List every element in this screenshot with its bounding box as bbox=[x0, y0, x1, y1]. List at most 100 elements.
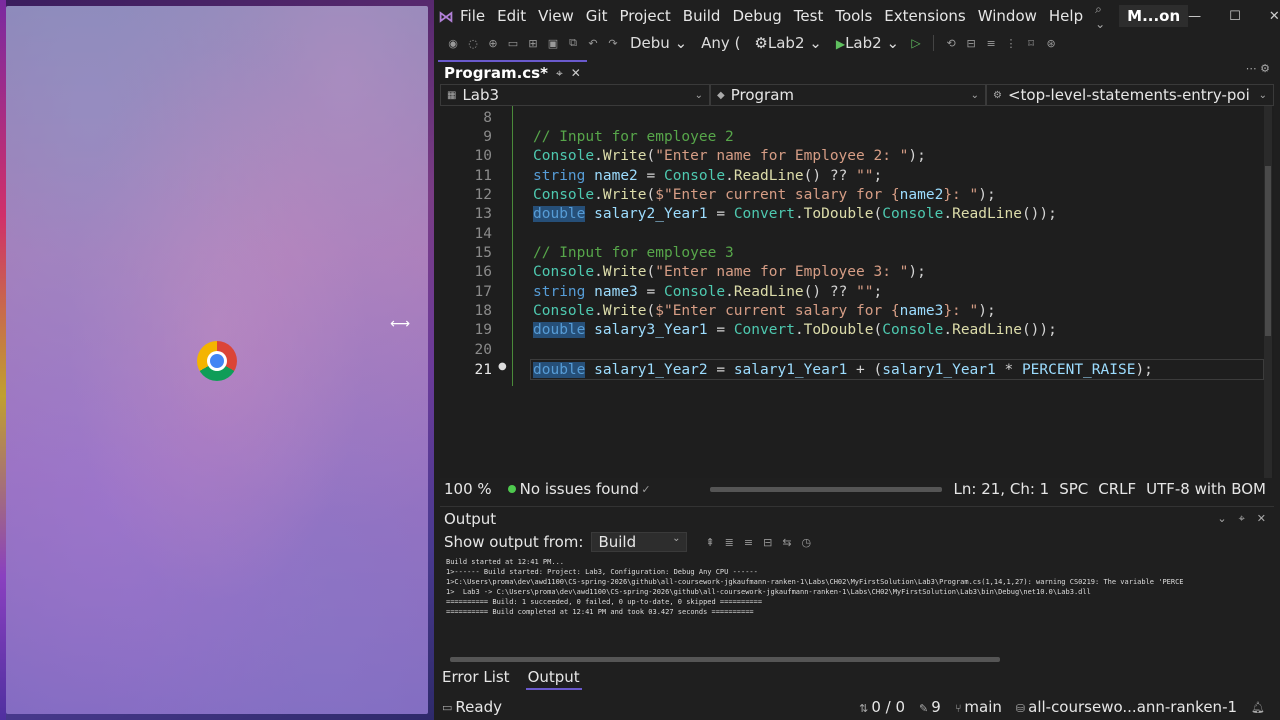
code-line: 19 double salary3_Year1 = Convert.ToDoubl… bbox=[474, 321, 1057, 338]
undo-icon[interactable]: ↶ bbox=[586, 37, 600, 50]
git-commits[interactable]: ✎ 9 bbox=[919, 698, 941, 716]
no-issues-icon bbox=[507, 485, 516, 493]
chevron-down-icon: ⌄ bbox=[694, 89, 703, 101]
editor-horizontal-scrollbar[interactable] bbox=[710, 487, 942, 492]
issues-status[interactable]: No issues found bbox=[520, 480, 639, 498]
new-item-icon[interactable]: ⊕ bbox=[486, 37, 500, 50]
redo-icon[interactable]: ↷ bbox=[606, 37, 620, 50]
vs-logo-icon: ⋈ bbox=[438, 6, 454, 26]
timestamp-icon[interactable]: ◷ bbox=[802, 536, 812, 549]
git-branch[interactable]: ⑂ main bbox=[955, 698, 1002, 716]
output-panel: Output ⌄ ⌖ ✕ Show output from: Build ⌄ ⇞ … bbox=[440, 506, 1274, 666]
project-dropdown[interactable]: ▦ Lab3 ⌄ bbox=[440, 84, 710, 106]
forward-icon[interactable]: ◌ bbox=[466, 37, 480, 50]
pin-icon[interactable]: ⌖ bbox=[1239, 512, 1245, 526]
startup-project-dropdown[interactable]: ⚙Lab2 ⌄ bbox=[750, 34, 825, 52]
pin-icon[interactable]: ⌖ bbox=[556, 66, 563, 81]
solution-name-badge[interactable]: M...on bbox=[1119, 5, 1189, 27]
csharp-project-icon: ▦ bbox=[447, 89, 457, 101]
menu-file[interactable]: File bbox=[454, 7, 491, 25]
menu-git[interactable]: Git bbox=[580, 7, 614, 25]
menu-tools[interactable]: Tools bbox=[829, 7, 878, 25]
run-button[interactable]: ▶Lab2 ⌄ bbox=[832, 34, 903, 52]
close-window-icon[interactable]: ✕ bbox=[1269, 9, 1280, 24]
zoom-dropdown[interactable]: 100 % bbox=[440, 480, 496, 498]
word-wrap-icon[interactable]: ⇆ bbox=[782, 536, 791, 549]
editor-status-line: 100 % No issues found ✓ Ln: 21, Ch: 1 SP… bbox=[440, 478, 1274, 500]
menu-extensions[interactable]: Extensions bbox=[878, 7, 971, 25]
new-project-icon[interactable]: ⊞ bbox=[526, 37, 540, 50]
type-dropdown[interactable]: ◆ Program ⌄ bbox=[710, 84, 986, 106]
status-icon: ▭ bbox=[442, 700, 453, 714]
tab-output[interactable]: Output bbox=[525, 668, 582, 690]
chrome-icon[interactable] bbox=[197, 341, 237, 381]
menu-project[interactable]: Project bbox=[613, 7, 676, 25]
find-message-icon[interactable]: ⇞ bbox=[705, 536, 714, 549]
menu-build[interactable]: Build bbox=[677, 7, 727, 25]
save-icon[interactable]: ▣ bbox=[546, 37, 560, 50]
git-repo[interactable]: ⛁ all-coursewo...ann-ranken-1 bbox=[1016, 698, 1237, 716]
menu-test[interactable]: Test bbox=[788, 7, 830, 25]
menu-view[interactable]: View bbox=[532, 7, 580, 25]
github-copilot-icon[interactable]: ⊛ bbox=[1044, 37, 1058, 50]
code-line: 20 bbox=[474, 341, 492, 358]
whitespace-mode[interactable]: SPC bbox=[1059, 480, 1088, 498]
output-horizontal-scrollbar[interactable] bbox=[450, 657, 1000, 662]
editor-vertical-scrollbar[interactable] bbox=[1264, 106, 1272, 478]
method-icon: ⚙ bbox=[993, 89, 1002, 101]
notifications-icon[interactable]: 🔔︎ bbox=[1251, 701, 1265, 714]
save-all-icon[interactable]: ⧉ bbox=[566, 36, 580, 50]
code-line: 10 Console.Write("Enter name for Employee… bbox=[474, 147, 926, 164]
repo-icon: ⛁ bbox=[1015, 702, 1026, 715]
prev-message-icon[interactable]: ≣ bbox=[725, 536, 734, 549]
member-dropdown[interactable]: ⚙ <top-level-statements-entry-poi ⌄ bbox=[986, 84, 1274, 106]
search-icon[interactable]: ⌕ ⌄ bbox=[1089, 2, 1111, 31]
menu-edit[interactable]: Edit bbox=[491, 7, 532, 25]
clear-all-icon[interactable]: ⊟ bbox=[763, 536, 772, 549]
code-line: 13 double salary2_Year1 = Convert.ToDoubl… bbox=[474, 205, 1057, 222]
configuration-dropdown[interactable]: Debu ⌄ bbox=[626, 34, 691, 52]
back-icon[interactable]: ◉ bbox=[446, 37, 460, 50]
bookmark-icon[interactable]: ⌑ bbox=[1024, 37, 1038, 50]
output-source-select[interactable]: Build ⌄ bbox=[591, 532, 688, 552]
open-file-icon[interactable]: ▭ bbox=[506, 37, 520, 50]
menu-window[interactable]: Window bbox=[972, 7, 1043, 25]
next-message-icon[interactable]: ≡ bbox=[744, 536, 753, 549]
branch-icon: ⑂ bbox=[954, 702, 962, 715]
document-tabstrip: Program.cs* ⌖ ✕ ⋯ ⚙ bbox=[434, 58, 1280, 84]
platform-dropdown[interactable]: Any ( bbox=[697, 34, 744, 52]
cleanup-icon[interactable]: ✓ bbox=[639, 483, 653, 496]
code-line: 17 string name3 = Console.ReadLine() ?? "… bbox=[474, 283, 883, 300]
line-endings[interactable]: CRLF bbox=[1098, 480, 1136, 498]
chevron-down-icon: ⌄ bbox=[970, 89, 979, 101]
code-editor[interactable]: ● 8 9// Input for employee 2 10 Console.W… bbox=[440, 106, 1274, 478]
output-text[interactable]: Build started at 12:41 PM... 1>------ Bu… bbox=[446, 557, 1262, 617]
hot-reload-icon[interactable]: ⟲ bbox=[944, 37, 958, 50]
close-icon[interactable]: ✕ bbox=[571, 66, 581, 80]
git-changes[interactable]: ⇅ 0 / 0 bbox=[859, 698, 905, 716]
tab-overflow-icon[interactable]: ⋯ ⚙ bbox=[1246, 62, 1270, 75]
code-line: 18 Console.Write($"Enter current salary f… bbox=[474, 302, 996, 319]
tab-error-list[interactable]: Error List bbox=[440, 668, 512, 690]
pencil-icon: ✎ bbox=[919, 702, 929, 715]
scrollbar-thumb[interactable] bbox=[1265, 166, 1271, 336]
desktop-background: ⟷ bbox=[0, 0, 434, 720]
minimize-icon[interactable]: — bbox=[1188, 9, 1201, 24]
menu-debug[interactable]: Debug bbox=[726, 7, 787, 25]
bottom-tabstrip: Error List Output bbox=[440, 668, 582, 690]
file-encoding[interactable]: UTF-8 with BOM bbox=[1146, 480, 1266, 498]
menu-bar: ⋈ File Edit View Git Project Build Debug… bbox=[434, 0, 1280, 32]
format-icon[interactable]: ≡ bbox=[984, 37, 998, 50]
close-icon[interactable]: ✕ bbox=[1257, 512, 1266, 526]
toolbar-separator bbox=[933, 35, 935, 51]
window-controls: — ☐ ✕ bbox=[1188, 9, 1280, 24]
chevron-down-icon[interactable]: ⌄ bbox=[1217, 512, 1226, 526]
show-output-label: Show output from: bbox=[444, 533, 584, 551]
tab-program-cs[interactable]: Program.cs* ⌖ ✕ bbox=[438, 60, 587, 84]
run-without-debug-icon[interactable]: ▷ bbox=[909, 36, 923, 50]
comment-icon[interactable]: ⋮ bbox=[1004, 37, 1018, 50]
maximize-icon[interactable]: ☐ bbox=[1229, 9, 1241, 24]
browse-icon[interactable]: ⊟ bbox=[964, 37, 978, 50]
menu-help[interactable]: Help bbox=[1043, 7, 1089, 25]
cursor-position[interactable]: Ln: 21, Ch: 1 bbox=[954, 480, 1050, 498]
